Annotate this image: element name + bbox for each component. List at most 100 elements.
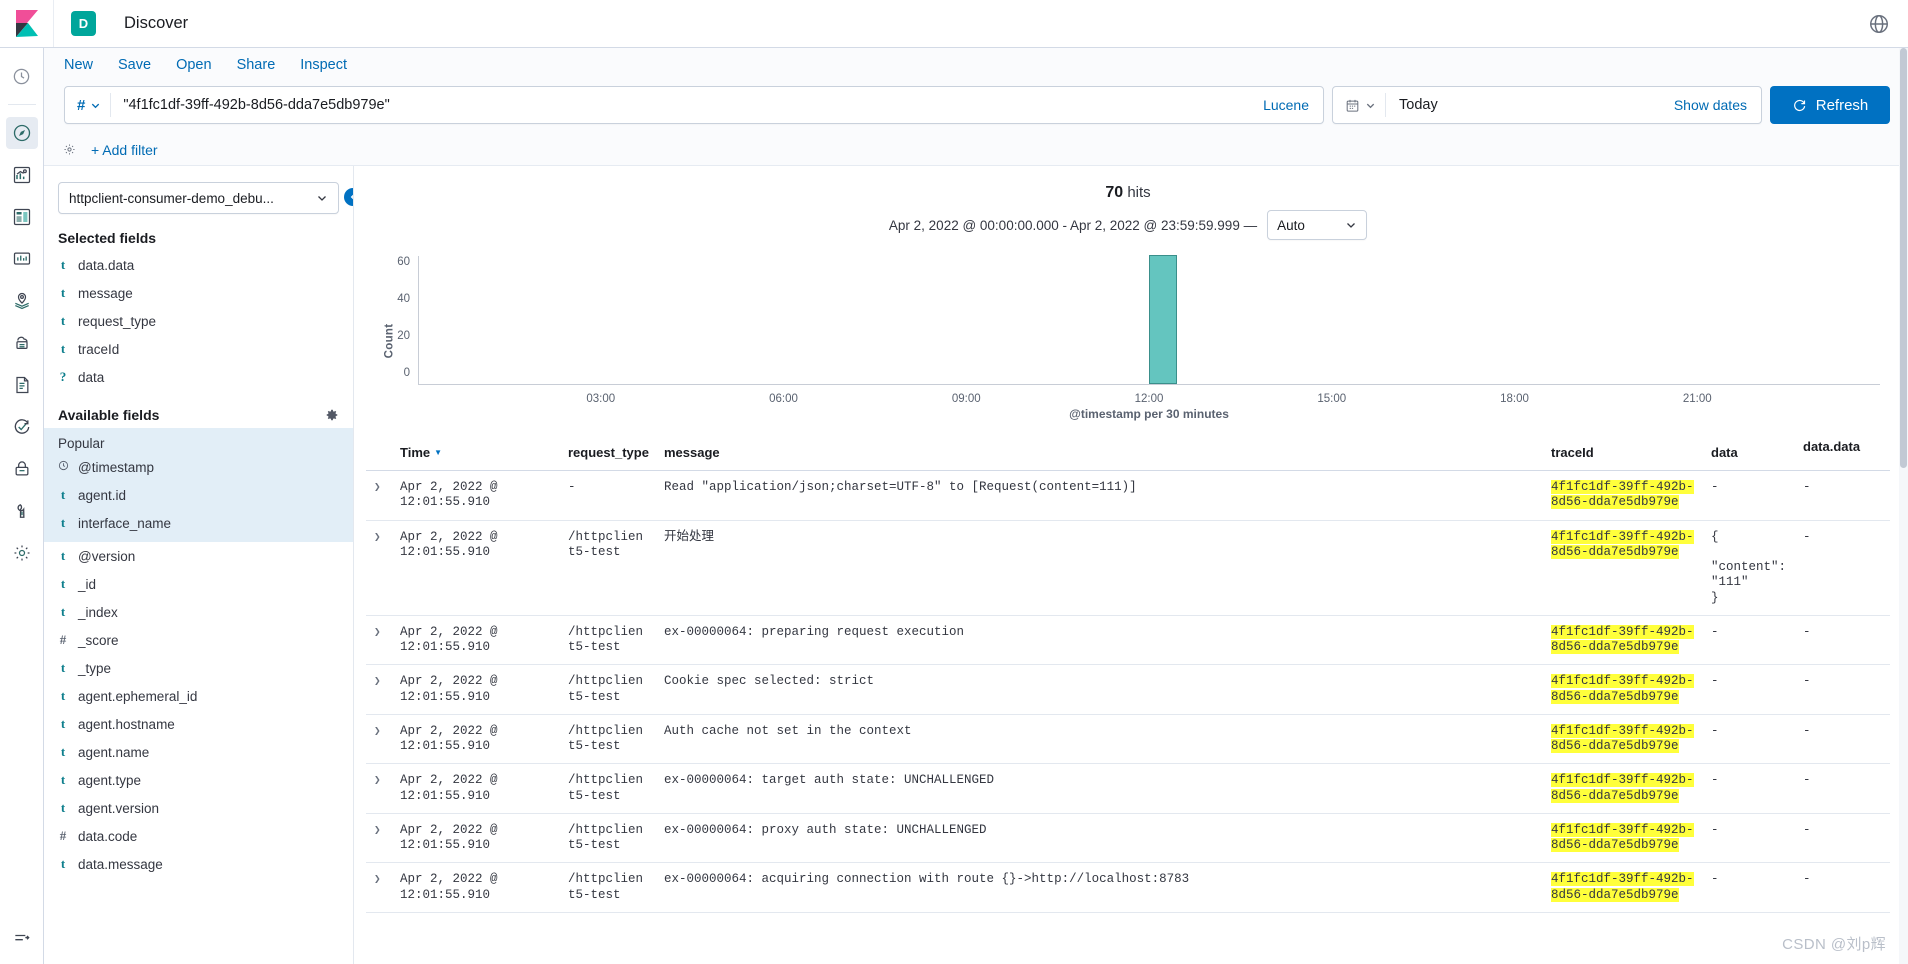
date-picker[interactable]: Today Show dates	[1332, 86, 1762, 124]
menu-share[interactable]: Share	[237, 57, 276, 73]
menu-save[interactable]: Save	[118, 57, 151, 73]
expand-row-icon[interactable]: ❯	[374, 532, 381, 544]
field-item-data-data[interactable]: t data.data	[44, 251, 353, 279]
date-range-value[interactable]: Today	[1386, 97, 1674, 113]
table-row[interactable]: ❯ Apr 2, 2022 @ 12:01:55.910 /httpclient…	[366, 862, 1890, 913]
expand-row-icon[interactable]: ❯	[374, 627, 381, 639]
sidebar-item-discover[interactable]	[5, 117, 38, 149]
sidebar-item-maps[interactable]	[6, 285, 38, 317]
field-item-agent-ephemeral-id[interactable]: t agent.ephemeral_id	[44, 682, 353, 710]
interval-value: Auto	[1277, 217, 1305, 233]
chart-x-axis	[418, 384, 1880, 385]
menu-inspect[interactable]: Inspect	[300, 57, 347, 73]
field-settings-gear-icon[interactable]	[325, 408, 339, 422]
sidebar-item-logs[interactable]	[6, 369, 38, 401]
expand-row-icon[interactable]: ❯	[374, 825, 381, 837]
field-item-request-type[interactable]: t request_type	[44, 307, 353, 335]
field-item-index[interactable]: t _index	[44, 598, 353, 626]
field-item-agent-name[interactable]: t agent.name	[44, 738, 353, 766]
sidebar-item-dev-tools[interactable]	[6, 495, 38, 527]
add-filter-button[interactable]: + Add filter	[91, 142, 158, 158]
show-dates-button[interactable]: Show dates	[1674, 97, 1761, 113]
sidebar-item-visualize[interactable]	[6, 159, 38, 191]
expand-row-icon[interactable]: ❯	[374, 482, 381, 494]
column-header-data-data[interactable]: data.data	[1795, 439, 1890, 471]
x-tick: 06:00	[769, 393, 798, 405]
page-scrollbar[interactable]	[1899, 48, 1908, 964]
field-item-interface-name[interactable]: t interface_name	[44, 509, 353, 537]
field-type-icon: t	[60, 341, 66, 356]
expand-row-icon[interactable]: ❯	[374, 775, 381, 787]
field-item-agent-type[interactable]: t agent.type	[44, 766, 353, 794]
field-name: data.code	[78, 828, 138, 844]
field-item-data-code[interactable]: # data.code	[44, 822, 353, 850]
sidebar-item-security[interactable]	[6, 453, 38, 485]
chart-plot-area: 0 20 40 60 03:00 06:00 09:00 12:00 15:00…	[397, 255, 1880, 405]
field-item-type[interactable]: t _type	[44, 654, 353, 682]
x-tick: 09:00	[951, 393, 981, 405]
field-item-agent-hostname[interactable]: t agent.hostname	[44, 710, 353, 738]
column-header-message[interactable]: message	[656, 439, 1543, 471]
table-row[interactable]: ❯ Apr 2, 2022 @ 12:01:55.910 /httpclient…	[366, 813, 1890, 864]
menu-new[interactable]: New	[64, 57, 93, 73]
column-header-data[interactable]: data	[1703, 439, 1795, 471]
column-header-request-type[interactable]: request_type	[560, 439, 656, 471]
field-name: agent.id	[78, 487, 127, 503]
table-row[interactable]: ❯ Apr 2, 2022 @ 12:01:55.910 /httpclient…	[366, 520, 1890, 616]
table-row[interactable]: ❯ Apr 2, 2022 @ 12:01:55.910 /httpclient…	[366, 615, 1890, 666]
refresh-button[interactable]: Refresh	[1770, 86, 1890, 124]
field-item-data-message[interactable]: t data.message	[44, 850, 353, 878]
sidebar-item-uptime[interactable]	[6, 411, 38, 443]
search-input[interactable]	[111, 97, 1250, 113]
search-bar[interactable]: # Lucene	[64, 86, 1324, 124]
table-row[interactable]: ❯ Apr 2, 2022 @ 12:01:55.910 /httpclient…	[366, 664, 1890, 715]
field-item-score[interactable]: # _score	[44, 626, 353, 654]
app-badge: D	[71, 11, 96, 36]
field-item-message[interactable]: t message	[44, 279, 353, 307]
field-item-version[interactable]: t @version	[44, 542, 353, 570]
interval-select[interactable]: Auto	[1267, 210, 1368, 240]
wrench-icon	[16, 504, 25, 518]
cell-data-data: -	[1795, 763, 1890, 814]
field-item-timestamp[interactable]: @timestamp	[44, 453, 353, 481]
filter-settings-icon[interactable]	[62, 142, 77, 157]
app-badge-cell[interactable]: D	[54, 0, 110, 47]
chevron-down-icon	[92, 103, 100, 108]
kibana-logo-cell[interactable]	[0, 0, 54, 47]
query-language-selector[interactable]: Lucene	[1249, 97, 1323, 113]
collapse-sidebar-button[interactable]	[344, 188, 353, 206]
histogram-bar[interactable]	[1149, 255, 1177, 384]
field-item-agent-version[interactable]: t agent.version	[44, 794, 353, 822]
column-header-time[interactable]: Time ▼	[392, 439, 560, 471]
sidebar-item-canvas[interactable]	[6, 243, 38, 275]
expand-row-icon[interactable]: ❯	[374, 874, 381, 886]
nav-collapse-button[interactable]	[0, 928, 43, 948]
field-item-traceid[interactable]: t traceId	[44, 335, 353, 363]
cell-traceid: 4f1fc1df-39ff-492b-8d56-dda7e5db979e	[1543, 813, 1703, 864]
query-prefix[interactable]: #	[65, 93, 112, 117]
traceid-highlight: 4f1fc1df-39ff-492b-8d56-dda7e5db979e	[1551, 674, 1694, 704]
cell-message: ex-00000064: proxy auth state: UNCHALLEN…	[656, 813, 1543, 864]
expand-row-icon[interactable]: ❯	[374, 726, 381, 738]
table-row[interactable]: ❯ Apr 2, 2022 @ 12:01:55.910 /httpclient…	[366, 763, 1890, 814]
table-row[interactable]: ❯ Apr 2, 2022 @ 12:01:55.910 /httpclient…	[366, 714, 1890, 765]
field-item-agent-id[interactable]: t agent.id	[44, 481, 353, 509]
page-scrollbar-thumb[interactable]	[1900, 48, 1907, 468]
date-picker-quick-menu[interactable]	[1333, 93, 1386, 117]
sidebar-item-dashboard[interactable]	[6, 201, 38, 233]
menu-open[interactable]: Open	[176, 57, 211, 73]
expand-row-icon[interactable]: ❯	[374, 676, 381, 688]
field-name: message	[78, 285, 133, 301]
column-header-traceid[interactable]: traceId	[1543, 439, 1703, 471]
field-item-data[interactable]: ? data	[44, 363, 353, 391]
table-row[interactable]: ❯ Apr 2, 2022 @ 12:01:55.910 - Read "app…	[366, 470, 1890, 521]
field-name: data.message	[78, 856, 163, 872]
cell-time: Apr 2, 2022 @ 12:01:55.910	[392, 862, 560, 913]
index-pattern-select[interactable]: httpclient-consumer-demo_debu...	[58, 182, 339, 214]
globe-icon[interactable]	[1868, 13, 1890, 35]
field-type-icon: t	[60, 800, 66, 815]
field-item-id[interactable]: t _id	[44, 570, 353, 598]
sidebar-item-recently-viewed[interactable]	[6, 60, 38, 92]
sidebar-item-machine-learning[interactable]	[6, 327, 38, 359]
sidebar-item-management[interactable]	[6, 537, 38, 569]
